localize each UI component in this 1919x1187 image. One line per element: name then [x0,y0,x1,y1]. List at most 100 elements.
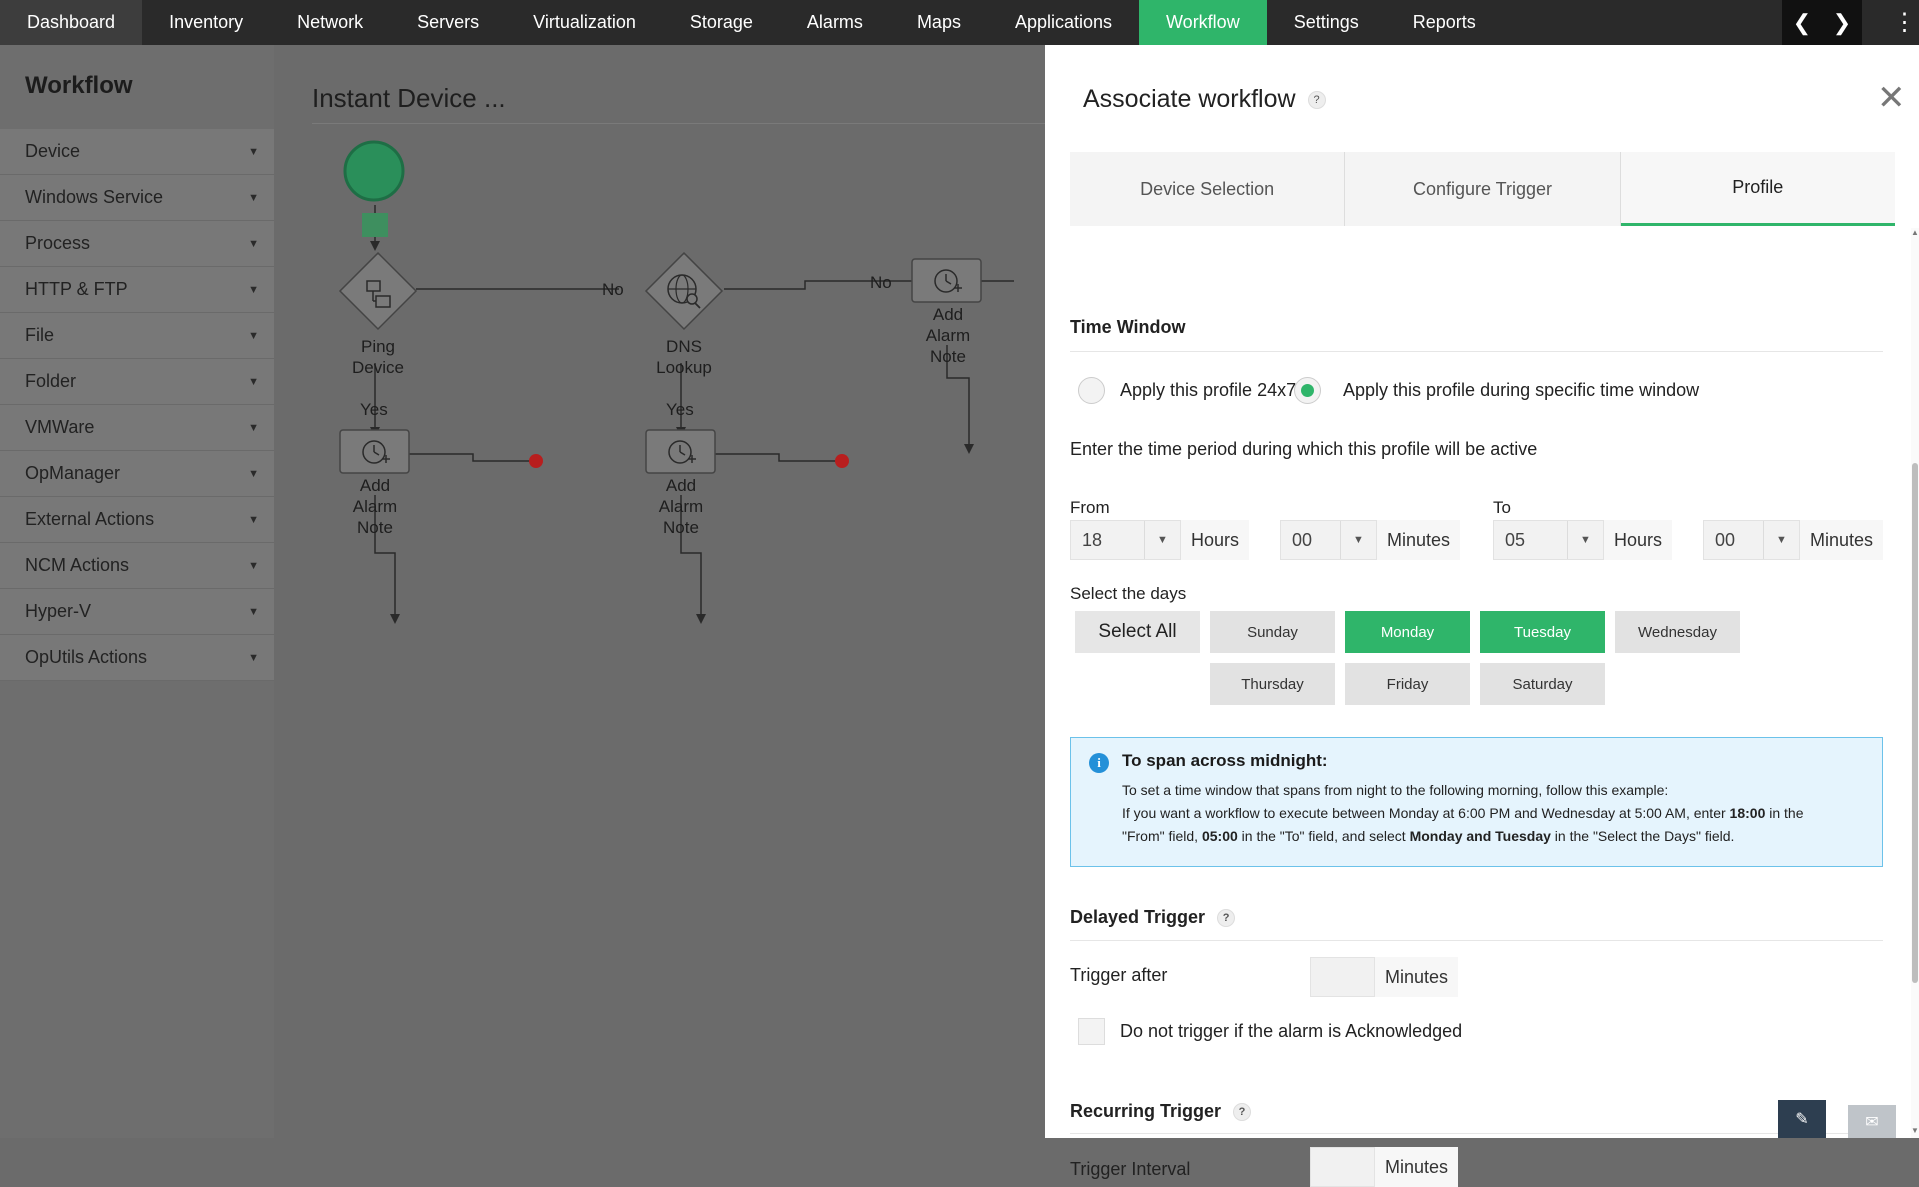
info-line-1: To set a time window that spans from nig… [1122,782,1669,798]
to-hours-select[interactable]: 05 ▼ [1493,520,1604,560]
nav-storage[interactable]: Storage [663,0,780,45]
nav-dashboard[interactable]: Dashboard [0,0,143,45]
node-label-alarm-note: Add Alarm Note [352,476,398,537]
sidebar-title: Workflow [25,72,133,99]
info-bold: Monday and Tuesday [1409,828,1551,844]
info-title: To span across midnight: [1122,751,1328,770]
nav-reports[interactable]: Reports [1386,0,1503,45]
section-divider [1070,940,1883,941]
select-all-button[interactable]: Select All [1075,611,1200,653]
sidebar-item-device[interactable]: Device ▼ [0,129,274,175]
edge-label-yes: Yes [666,400,694,419]
help-icon[interactable]: ? [1307,91,1326,110]
day-monday[interactable]: Monday [1345,611,1470,653]
sidebar-item-windows-service[interactable]: Windows Service ▼ [0,175,274,221]
from-hours-select[interactable]: 18 ▼ [1070,520,1181,560]
nav-settings[interactable]: Settings [1267,0,1386,45]
alarm-note-node-top [911,258,982,303]
arrow-head [696,614,706,624]
trigger-interval-input[interactable] [1310,1147,1375,1187]
day-tuesday[interactable]: Tuesday [1480,611,1605,653]
info-icon: i [1089,753,1109,773]
minutes-unit: Minutes [1375,957,1459,997]
sidebar-item-file[interactable]: File ▼ [0,313,274,359]
caret-down-icon: ▼ [248,559,259,572]
edge-label-no: No [602,280,624,299]
caret-down-icon: ▼ [248,283,259,296]
hours-unit: Hours [1604,520,1673,560]
sidebar-item-vmware[interactable]: VMWare ▼ [0,405,274,451]
caret-down-icon: ▼ [248,605,259,618]
from-minutes-value: 00 [1292,529,1313,550]
radio-24x7[interactable] [1078,377,1105,404]
to-hours-value: 05 [1505,529,1526,550]
scroll-up-icon[interactable]: ▲ [1911,228,1919,237]
nav-workflow[interactable]: Workflow [1139,0,1267,45]
chevron-left-icon[interactable]: ❮ [1793,10,1811,36]
nav-scroll-arrows: ❮ ❯ [1782,0,1862,45]
edge-note-end-mid [715,453,841,462]
chat-icon[interactable]: ✉ [1848,1105,1896,1138]
sidebar-item-opmanager[interactable]: OpManager ▼ [0,451,274,497]
ack-checkbox-label: Do not trigger if the alarm is Acknowled… [1120,1021,1463,1041]
to-minutes-select[interactable]: 00 ▼ [1703,520,1800,560]
sidebar-item-label: OpUtils Actions [25,647,148,667]
annotate-icon[interactable]: ✎ [1778,1100,1826,1138]
sidebar-item-label: File [25,325,55,345]
day-thursday[interactable]: Thursday [1210,663,1335,705]
panel-title: Associate workflow? [1083,85,1326,114]
time-period-hint: Enter the time period during which this … [1070,439,1538,459]
sidebar-item-oputils-actions[interactable]: OpUtils Actions ▼ [0,635,274,681]
sidebar-item-ncm-actions[interactable]: NCM Actions ▼ [0,543,274,589]
edge-note-end-left [409,453,535,462]
tab-configure-trigger[interactable]: Configure Trigger [1345,152,1621,226]
day-friday[interactable]: Friday [1345,663,1470,705]
delayed-trigger-title-text: Delayed Trigger [1070,907,1206,927]
more-menu-icon[interactable]: ⋮ [1890,0,1919,45]
to-label: To [1493,498,1511,517]
help-icon[interactable]: ? [1233,1103,1252,1122]
tab-profile[interactable]: Profile [1620,152,1895,226]
sidebar-item-label: Process [25,233,91,253]
end-node-left [529,454,543,468]
sidebar-item-process[interactable]: Process ▼ [0,221,274,267]
from-minutes-select[interactable]: 00 ▼ [1280,520,1377,560]
sidebar-item-hyper-v[interactable]: Hyper-V ▼ [0,589,274,635]
node-label-ping-device: Ping Device [352,337,404,377]
nav-servers[interactable]: Servers [390,0,506,45]
chevron-right-icon[interactable]: ❯ [1833,10,1851,36]
scroll-down-icon[interactable]: ▼ [1911,1126,1919,1135]
info-text: "From" field, [1122,828,1202,844]
help-icon[interactable]: ? [1217,909,1236,928]
radio-specific-window[interactable] [1294,377,1321,404]
nav-applications[interactable]: Applications [988,0,1139,45]
sidebar-item-folder[interactable]: Folder ▼ [0,359,274,405]
associate-workflow-panel: Associate workflow? ✕ Device Selection C… [1045,45,1919,1187]
trigger-after-input[interactable] [1310,957,1375,997]
close-icon[interactable]: ✕ [1877,81,1906,115]
caret-down-icon: ▼ [248,513,259,526]
alarm-note-node-mid [645,429,716,474]
tab-device-selection[interactable]: Device Selection [1070,152,1346,226]
nav-maps[interactable]: Maps [890,0,988,45]
sidebar-item-external-actions[interactable]: External Actions ▼ [0,497,274,543]
nav-network[interactable]: Network [270,0,390,45]
panel-scrollbar[interactable]: ▲ ▼ [1911,228,1919,1138]
nav-virtualization[interactable]: Virtualization [506,0,663,45]
info-bold: 05:00 [1201,828,1238,844]
nav-inventory[interactable]: Inventory [142,0,270,45]
ack-checkbox[interactable] [1078,1018,1105,1045]
workflow-sidebar: Workflow Device ▼ Windows Service ▼ Proces… [0,45,274,1138]
chevron-down-icon: ▼ [1144,521,1180,559]
caret-down-icon: ▼ [248,191,259,204]
caret-down-icon: ▼ [248,145,259,158]
day-saturday[interactable]: Saturday [1480,663,1605,705]
day-wednesday[interactable]: Wednesday [1615,611,1740,653]
day-sunday[interactable]: Sunday [1210,611,1335,653]
delayed-trigger-title: Delayed Trigger? [1070,907,1236,928]
sidebar-item-http-ftp[interactable]: HTTP & FTP ▼ [0,267,274,313]
scrollbar-thumb[interactable] [1912,463,1918,983]
nav-alarms[interactable]: Alarms [780,0,890,45]
sidebar-item-label: External Actions [25,509,155,529]
midnight-info-box: i To span across midnight: To set a time… [1070,737,1883,867]
